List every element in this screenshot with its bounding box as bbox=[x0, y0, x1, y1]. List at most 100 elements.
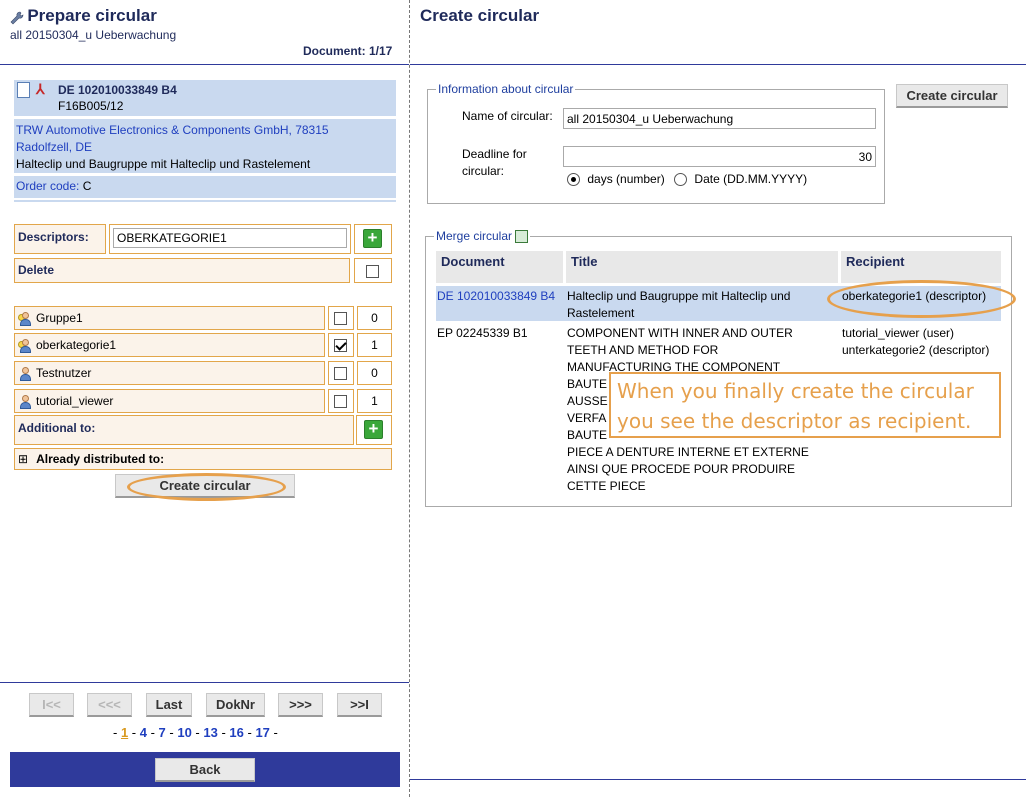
info-legend: Information about circular bbox=[438, 82, 574, 96]
callout-line-1: When you finally create the circular bbox=[617, 379, 974, 403]
delete-checkbox[interactable] bbox=[366, 265, 379, 279]
merge-legend-label: Merge circular bbox=[436, 229, 513, 243]
doc-bottom-rule bbox=[14, 200, 396, 202]
col-title: Title bbox=[566, 251, 838, 283]
row2-title-line: CETTE PIECE bbox=[567, 479, 646, 493]
recipient-name: tutorial_viewer bbox=[36, 394, 114, 408]
doc-title: Halteclip und Baugruppe mit Halteclip un… bbox=[16, 157, 311, 171]
recipient-checkbox[interactable] bbox=[334, 367, 347, 381]
add-descriptor-icon[interactable]: + bbox=[363, 229, 382, 248]
doc-number[interactable]: DE 102010033849 B4 bbox=[58, 83, 177, 97]
page-link[interactable]: 17 bbox=[255, 725, 269, 740]
descriptors-label: Descriptors: bbox=[14, 224, 106, 254]
doc-applicant[interactable]: TRW Automotive Electronics & Components … bbox=[16, 122, 366, 156]
radio-days[interactable] bbox=[567, 173, 580, 187]
page-link[interactable]: 7 bbox=[159, 725, 166, 740]
circular-name-input[interactable] bbox=[563, 108, 876, 129]
recipient-checkbox[interactable] bbox=[334, 312, 347, 326]
merge-icon[interactable] bbox=[515, 230, 529, 244]
recipient-checkbox-cell bbox=[328, 389, 354, 413]
row2-title-line: TEETH AND METHOD FOR bbox=[567, 343, 719, 357]
additional-to-label: Additional to: bbox=[14, 415, 354, 445]
doc-details: TRW Automotive Electronics & Components … bbox=[14, 119, 396, 173]
row2-recipients: tutorial_viewer (user) unterkategorie2 (d… bbox=[842, 325, 989, 359]
recipient-row: tutorial_viewer bbox=[14, 389, 325, 413]
document-icon[interactable] bbox=[17, 82, 30, 98]
recipient-checkbox-cell bbox=[328, 361, 354, 385]
wrench-icon bbox=[10, 11, 24, 25]
radio-date-label: Date (DD.MM.YYYY) bbox=[694, 172, 808, 186]
create-circular-button-right[interactable]: Create circular bbox=[896, 84, 1008, 108]
nav-rule bbox=[0, 682, 409, 683]
row2-recipient: unterkategorie2 (descriptor) bbox=[842, 343, 990, 357]
already-distributed-label: Already distributed to: bbox=[36, 452, 165, 466]
panel-divider bbox=[409, 0, 410, 797]
delete-label: Delete bbox=[14, 258, 350, 283]
expand-icon[interactable]: ⊞ bbox=[18, 452, 28, 466]
order-code-label: Order code: bbox=[16, 179, 80, 193]
highlight-oval-left bbox=[127, 473, 286, 501]
add-descriptor-cell: + bbox=[354, 224, 392, 254]
deadline-radio-group: days (number) Date (DD.MM.YYYY) bbox=[567, 172, 808, 187]
left-header: Prepare circular bbox=[10, 6, 157, 26]
radio-date[interactable] bbox=[674, 173, 688, 187]
prev-page-button[interactable]: <<< bbox=[87, 693, 132, 717]
recipient-count: 0 bbox=[357, 361, 392, 385]
callout-line-2: you see the descriptor as recipient. bbox=[617, 409, 972, 433]
radio-days-label: days (number) bbox=[587, 172, 665, 186]
recipient-checkbox-cell bbox=[328, 306, 354, 330]
row2-document[interactable]: EP 02245339 B1 bbox=[437, 325, 528, 342]
deadline-input[interactable] bbox=[563, 146, 876, 167]
recipient-checkbox[interactable] bbox=[334, 339, 347, 353]
descriptors-input[interactable] bbox=[113, 228, 347, 248]
page-link[interactable]: 1 bbox=[121, 725, 128, 740]
page-link[interactable]: 16 bbox=[229, 725, 243, 740]
user-icon bbox=[18, 394, 32, 409]
doc-code: F16B005/12 bbox=[58, 99, 124, 113]
page-title: Prepare circular bbox=[27, 6, 157, 25]
recipient-count: 1 bbox=[357, 389, 392, 413]
user-group-icon bbox=[18, 338, 32, 353]
recipient-checkbox[interactable] bbox=[334, 395, 347, 409]
recipient-row: oberkategorie1 bbox=[14, 333, 325, 357]
recipient-row: Gruppe1 bbox=[14, 306, 325, 330]
back-button[interactable]: Back bbox=[155, 758, 255, 782]
page-subtitle: all 20150304_u Ueberwachung bbox=[10, 28, 177, 42]
add-additional-icon[interactable]: + bbox=[364, 420, 383, 439]
row2-recipient: tutorial_viewer (user) bbox=[842, 326, 955, 340]
order-code-value: C bbox=[82, 179, 92, 193]
delete-checkbox-cell bbox=[354, 258, 392, 283]
already-distributed-row[interactable]: ⊞ Already distributed to: bbox=[14, 448, 392, 470]
recipient-name: oberkategorie1 bbox=[36, 338, 117, 352]
user-group-icon bbox=[18, 311, 32, 326]
end-page-button[interactable]: >>I bbox=[337, 693, 382, 717]
recipient-row: Testnutzer bbox=[14, 361, 325, 385]
deadline-label: Deadline for circular: bbox=[462, 147, 527, 178]
recipient-count: 0 bbox=[357, 306, 392, 330]
doknr-button[interactable]: DokNr bbox=[206, 693, 265, 717]
recipient-name: Testnutzer bbox=[36, 366, 92, 380]
name-label: Name of circular: bbox=[462, 109, 553, 123]
pdf-icon[interactable]: ⅄ bbox=[36, 81, 50, 98]
recipient-checkbox-cell bbox=[328, 333, 354, 357]
last-button[interactable]: Last bbox=[146, 693, 192, 717]
row2-title-line: PIECE A DENTURE INTERNE ET EXTERNE bbox=[567, 445, 809, 459]
row1-document[interactable]: DE 102010033849 B4 bbox=[437, 288, 555, 305]
document-counter: Document: 1/17 bbox=[303, 44, 393, 58]
order-code: Order code: C bbox=[14, 176, 396, 198]
next-page-button[interactable]: >>> bbox=[278, 693, 323, 717]
row2-title-line: AINSI QUE PROCEDE POUR PRODUIRE bbox=[567, 462, 796, 476]
page-link[interactable]: 13 bbox=[203, 725, 217, 740]
page-links: - 1 - 4 - 7 - 10 - 13 - 16 - 17 - bbox=[113, 725, 278, 740]
header-rule bbox=[0, 64, 409, 65]
page-link[interactable]: 10 bbox=[177, 725, 191, 740]
recipient-count: 1 bbox=[357, 333, 392, 357]
user-icon bbox=[18, 366, 32, 381]
page-link[interactable]: 4 bbox=[140, 725, 147, 740]
tutorial-callout: When you finally create the circular you… bbox=[609, 372, 1001, 438]
descriptors-field-wrap bbox=[109, 224, 351, 254]
row2-title-line: COMPONENT WITH INNER AND OUTER bbox=[567, 326, 793, 340]
first-page-button[interactable]: I<< bbox=[29, 693, 74, 717]
col-document: Document bbox=[436, 251, 563, 283]
add-additional-cell: + bbox=[356, 415, 392, 445]
